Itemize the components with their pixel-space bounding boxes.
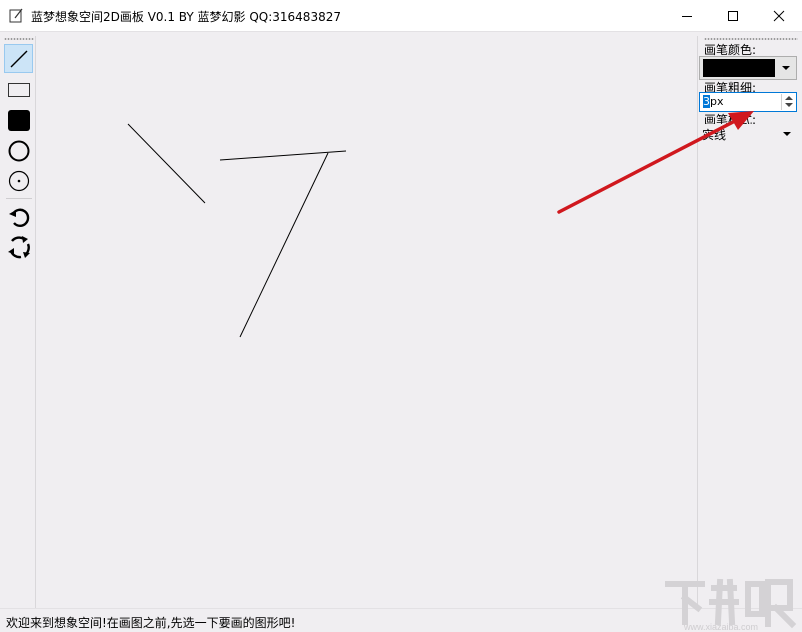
pen-color-swatch <box>703 59 775 77</box>
watermark-logo: www.xiazaiba.com <box>664 574 802 632</box>
pen-width-number: 3 <box>703 95 710 108</box>
undo-tool-button[interactable] <box>4 202 33 231</box>
app-body: 画笔颜色: 画笔粗细: 3px 画笔样式: 实线 <box>0 31 802 609</box>
watermark-url: www.xiazaiba.com <box>683 622 758 632</box>
chevron-down-icon <box>783 132 791 136</box>
stepper-down-icon[interactable] <box>785 103 793 107</box>
stepper-buttons <box>781 94 795 110</box>
close-icon <box>773 10 785 22</box>
minimize-button[interactable] <box>664 0 710 31</box>
close-button[interactable] <box>756 0 802 31</box>
pen-settings-panel: 画笔颜色: 画笔粗细: 3px 画笔样式: 实线 <box>697 36 802 609</box>
pen-width-unit: px <box>710 95 724 108</box>
drawn-line <box>239 152 329 338</box>
circle-center-tool-button[interactable] <box>4 166 33 195</box>
pen-width-stepper[interactable]: 3px <box>699 92 797 112</box>
toolbar-separator <box>6 198 32 199</box>
title-bar: 蓝梦想象空间2D画板 V0.1 BY 蓝梦幻影 QQ:316483827 <box>0 0 802 31</box>
window-title: 蓝梦想象空间2D画板 V0.1 BY 蓝梦幻影 QQ:316483827 <box>31 10 341 24</box>
filled-rectangle-tool-button[interactable] <box>4 106 33 135</box>
stepper-up-icon[interactable] <box>785 96 793 100</box>
undo-icon <box>9 208 30 227</box>
notepad-icon <box>9 8 24 23</box>
toolbar-grip[interactable] <box>4 38 34 40</box>
line-tool-button[interactable] <box>4 44 33 73</box>
drawing-surface <box>127 123 347 338</box>
ellipse-tool-button[interactable] <box>4 136 33 165</box>
drawing-canvas[interactable] <box>37 32 697 609</box>
pen-style-value: 实线 <box>702 128 727 142</box>
circle-dot-icon <box>8 170 30 192</box>
rectangle-tool-button[interactable] <box>4 76 33 105</box>
pen-width-value: 3px <box>703 95 724 108</box>
pen-color-dropdown[interactable] <box>699 56 797 80</box>
status-message: 欢迎来到想象空间!在画图之前,先选一下要画的图形吧! <box>6 616 296 630</box>
pen-style-dropdown[interactable]: 实线 <box>699 124 797 144</box>
circle-icon <box>8 140 30 162</box>
minimize-icon <box>682 16 692 17</box>
panel-grip[interactable] <box>704 38 798 40</box>
maximize-button[interactable] <box>710 0 756 31</box>
filled-rectangle-icon <box>8 110 30 131</box>
chevron-down-icon <box>782 66 790 70</box>
watermark-icon: www.xiazaiba.com <box>665 578 797 632</box>
rectangle-icon <box>8 83 30 97</box>
drawn-line <box>127 123 206 204</box>
redo-icon <box>8 236 30 259</box>
line-icon <box>10 50 28 68</box>
shape-toolbar <box>2 36 36 609</box>
maximize-icon <box>728 11 738 21</box>
redo-tool-button[interactable] <box>4 232 33 261</box>
